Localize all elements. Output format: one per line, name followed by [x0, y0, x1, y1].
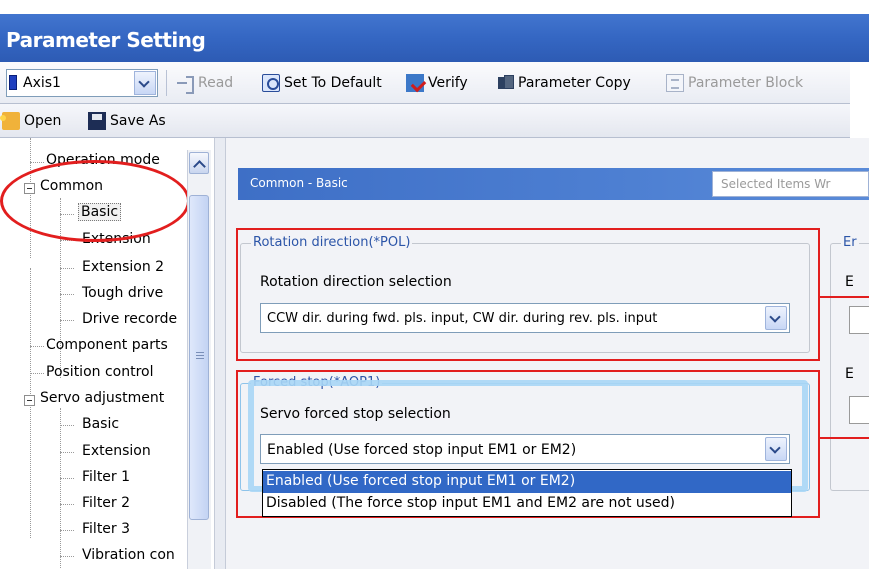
axis-select[interactable]: Axis1	[6, 69, 158, 97]
scroll-up-icon[interactable]	[189, 152, 209, 174]
chevron-down-icon	[138, 76, 150, 88]
right-group-field-1[interactable]	[849, 306, 869, 334]
save-as-label: Save As	[110, 113, 166, 129]
read-button[interactable]: Read	[176, 69, 233, 97]
open-label: Open	[24, 113, 62, 129]
tree-item-component-parts[interactable]: Component parts	[46, 337, 168, 353]
set-to-default-label: Set To Default	[284, 75, 382, 91]
axis-dropdown-button[interactable]	[134, 71, 156, 95]
tree-connector	[60, 425, 74, 426]
tree-connector	[60, 478, 74, 479]
tree-connector	[60, 268, 74, 269]
annotation-line	[820, 296, 869, 298]
right-partial-group: Er E E	[830, 235, 869, 491]
block-icon	[666, 74, 684, 92]
right-group-field-2[interactable]	[849, 396, 869, 424]
parameter-block-label: Parameter Block	[688, 75, 804, 91]
annotation-ellipse	[0, 160, 190, 242]
parameter-copy-button[interactable]: Parameter Copy	[496, 69, 631, 97]
right-group-label-1: E	[845, 274, 854, 290]
tree-item-extension-2[interactable]: Extension 2	[82, 259, 164, 275]
right-group-title: Er	[841, 235, 859, 250]
tree-item-servo-adjustment[interactable]: Servo adjustment	[40, 390, 164, 406]
parameter-copy-label: Parameter Copy	[518, 75, 631, 91]
read-arrow-icon	[176, 74, 194, 94]
set-to-default-button[interactable]: Set To Default	[262, 69, 382, 97]
panel-splitter[interactable]	[214, 138, 226, 569]
file-toolbar-bg: Open Save As	[0, 104, 850, 138]
content-header-title: Common - Basic	[250, 176, 348, 190]
tree-item-filter-1[interactable]: Filter 1	[82, 469, 130, 485]
file-toolbar: Open Save As	[0, 104, 869, 138]
tree-connector	[30, 162, 44, 163]
title-bar-top-strip	[0, 0, 869, 14]
tree-item-vibration-control[interactable]: Vibration con	[82, 547, 175, 563]
tree-connector	[30, 346, 44, 347]
verify-label: Verify	[428, 75, 468, 91]
axis-icon	[9, 75, 17, 90]
read-button-label: Read	[198, 75, 234, 91]
tree-item-filter-3[interactable]: Filter 3	[82, 521, 130, 537]
title-bar: Parameter Setting	[0, 0, 869, 62]
toolbar-separator	[166, 70, 167, 96]
grip-icon	[196, 352, 204, 353]
main-toolbar: Axis1 Read Set To Default Verify Paramet…	[0, 62, 869, 104]
save-disk-icon	[88, 112, 106, 130]
tree-connector	[30, 373, 44, 374]
open-button[interactable]: Open	[0, 107, 62, 135]
tree-scrollbar[interactable]	[187, 150, 211, 569]
tree-item-drive-recorder[interactable]: Drive recorde	[82, 311, 177, 327]
parameter-block-button[interactable]: Parameter Block	[666, 69, 803, 97]
collapse-toggle-icon[interactable]	[24, 395, 35, 406]
open-folder-icon	[0, 112, 20, 130]
tree-item-servo-basic[interactable]: Basic	[82, 416, 119, 432]
window-title: Parameter Setting	[6, 28, 206, 52]
tree-item-servo-extension[interactable]: Extension	[82, 443, 151, 459]
tree-connector	[60, 320, 74, 321]
tree-item-tough-drive[interactable]: Tough drive	[82, 285, 163, 301]
tree-connector	[60, 408, 61, 569]
tree-connector	[60, 294, 74, 295]
axis-select-value: Axis1	[23, 75, 61, 91]
option-enabled[interactable]: Enabled (Use forced stop input EM1 or EM…	[263, 471, 791, 493]
selected-items-field[interactable]: Selected Items Wr	[712, 171, 869, 197]
forced-stop-options-list: Enabled (Use forced stop input EM1 or EM…	[262, 469, 792, 517]
tree-item-position-control[interactable]: Position control	[46, 364, 154, 380]
tree-connector	[60, 452, 74, 453]
tree-connector	[60, 530, 74, 531]
annotation-frame-rotation	[236, 228, 820, 361]
save-as-button[interactable]: Save As	[88, 107, 166, 135]
default-icon	[262, 74, 280, 92]
tree-item-filter-2[interactable]: Filter 2	[82, 495, 130, 511]
scroll-thumb[interactable]	[189, 195, 209, 520]
right-group-label-2: E	[845, 366, 854, 382]
tree-connector	[60, 556, 74, 557]
content-header: Common - Basic Selected Items Wr	[238, 168, 869, 200]
option-disabled[interactable]: Disabled (The force stop input EM1 and E…	[263, 493, 791, 515]
copy-icon	[496, 74, 514, 92]
verify-icon	[406, 74, 424, 92]
tree-connector	[60, 504, 74, 505]
verify-button[interactable]: Verify	[406, 69, 468, 97]
main-toolbar-bg: Axis1 Read Set To Default Verify Paramet…	[0, 62, 850, 104]
annotation-line	[820, 437, 869, 439]
